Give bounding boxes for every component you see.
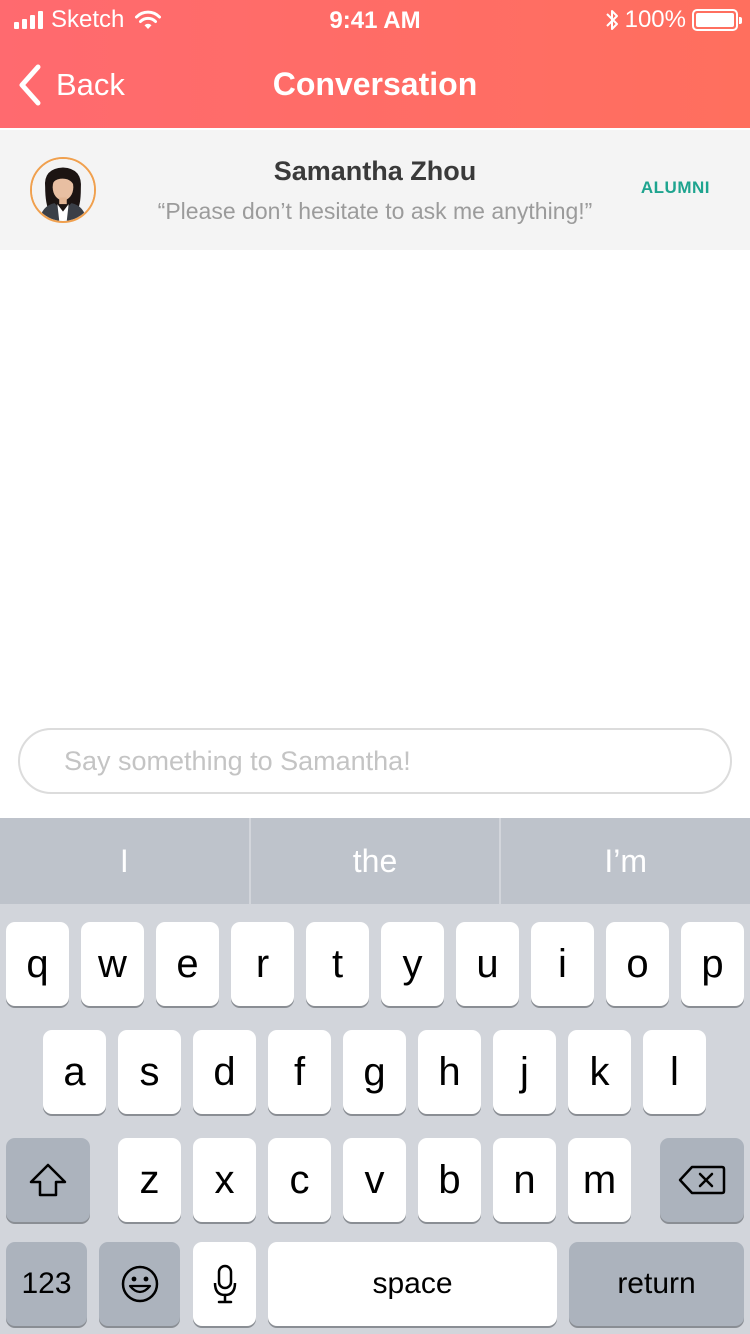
microphone-icon [213, 1264, 236, 1304]
keyboard: I the I’m q w e r t y u i o p a s d f g … [0, 818, 750, 1334]
backspace-key[interactable] [660, 1138, 744, 1222]
key-u[interactable]: u [456, 922, 519, 1006]
key-j[interactable]: j [493, 1030, 556, 1114]
dictation-key[interactable] [193, 1242, 256, 1326]
key-v[interactable]: v [343, 1138, 406, 1222]
suggestion-1[interactable]: I [0, 818, 251, 904]
suggestion-3[interactable]: I’m [501, 818, 750, 904]
key-m[interactable]: m [568, 1138, 631, 1222]
key-x[interactable]: x [193, 1138, 256, 1222]
profile-bar[interactable]: Samantha Zhou “Please don’t hesitate to … [0, 130, 750, 250]
emoji-key[interactable] [99, 1242, 180, 1326]
key-r[interactable]: r [231, 922, 294, 1006]
key-i[interactable]: i [531, 922, 594, 1006]
key-g[interactable]: g [343, 1030, 406, 1114]
suggestion-2[interactable]: the [251, 818, 502, 904]
message-input[interactable] [18, 728, 732, 794]
shift-key[interactable] [6, 1138, 90, 1222]
key-e[interactable]: e [156, 922, 219, 1006]
key-k[interactable]: k [568, 1030, 631, 1114]
battery-percent: 100% [624, 6, 686, 33]
profile-name: Samantha Zhou [273, 156, 477, 186]
key-f[interactable]: f [268, 1030, 331, 1114]
key-h[interactable]: h [418, 1030, 481, 1114]
backspace-icon [678, 1165, 726, 1195]
profile-quote: “Please don’t hesitate to ask me anythin… [157, 198, 593, 224]
key-c[interactable]: c [268, 1138, 331, 1222]
key-d[interactable]: d [193, 1030, 256, 1114]
key-a[interactable]: a [43, 1030, 106, 1114]
return-key[interactable]: return [569, 1242, 744, 1326]
page-title: Conversation [272, 66, 478, 102]
key-o[interactable]: o [606, 922, 669, 1006]
key-y[interactable]: y [381, 922, 444, 1006]
space-key[interactable]: space [268, 1242, 557, 1326]
emoji-icon [121, 1265, 158, 1303]
numbers-key[interactable]: 123 [6, 1242, 87, 1326]
key-b[interactable]: b [418, 1138, 481, 1222]
key-w[interactable]: w [81, 922, 144, 1006]
key-s[interactable]: s [118, 1030, 181, 1114]
key-p[interactable]: p [681, 922, 744, 1006]
bluetooth-icon [605, 10, 618, 30]
key-q[interactable]: q [6, 922, 69, 1006]
key-l[interactable]: l [643, 1030, 706, 1114]
header: Sketch 9:41 AM 100% Back Conversation [0, 0, 750, 128]
key-t[interactable]: t [306, 922, 369, 1006]
key-z[interactable]: z [118, 1138, 181, 1222]
status-right: 100% [605, 6, 742, 34]
suggestion-bar: I the I’m [0, 818, 750, 904]
battery-icon [692, 9, 742, 31]
status-bar: Sketch 9:41 AM 100% [0, 0, 750, 40]
key-n[interactable]: n [493, 1138, 556, 1222]
alumni-badge: ALUMNI [640, 178, 710, 197]
shift-icon [29, 1163, 67, 1197]
